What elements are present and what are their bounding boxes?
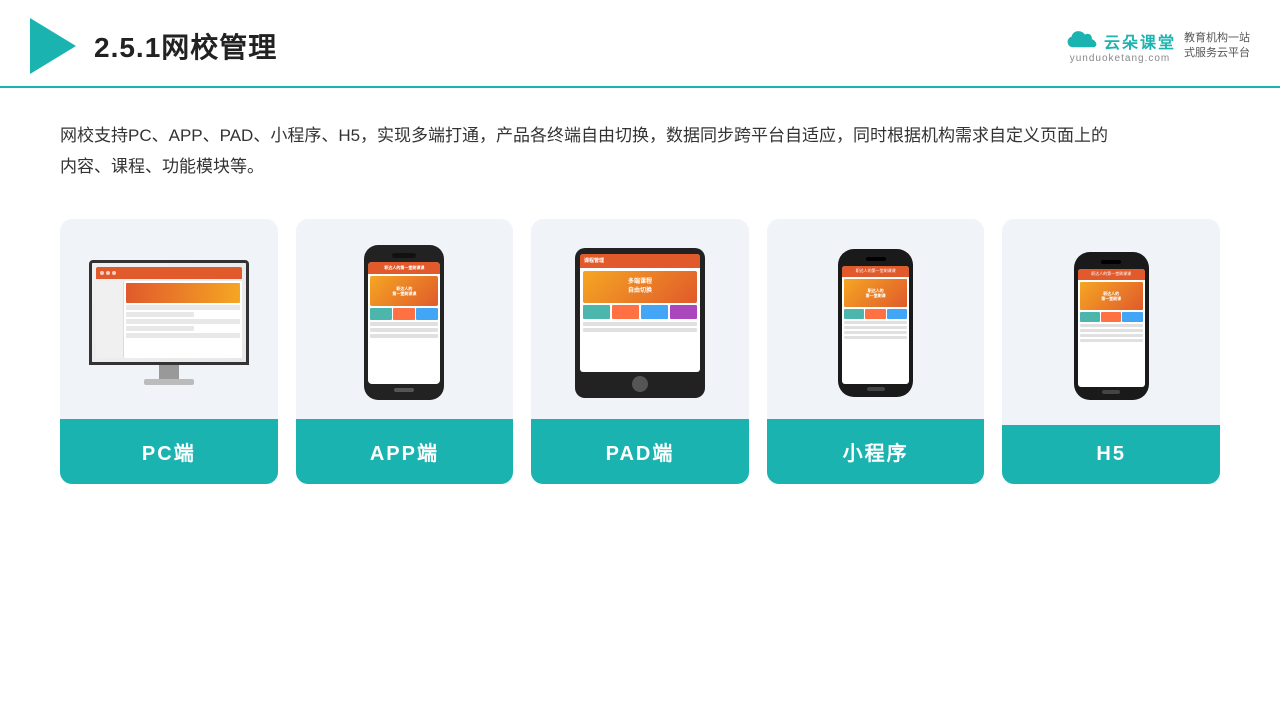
phone-device-miniapp: 职达人的第一堂刷课课 职达人的第一堂刷课 — [838, 249, 913, 397]
monitor-stand — [159, 365, 179, 379]
brand-cloud: 云朵课堂 — [1064, 29, 1176, 53]
monitor-base — [144, 379, 194, 385]
tablet-device: 课程管理 多端课程自由切换 — [575, 248, 705, 398]
cards-container: PC端 职达人的第一堂刷课课 职达人的第一堂刷课课 — [60, 219, 1220, 484]
card-app: 职达人的第一堂刷课课 职达人的第一堂刷课课 — [296, 219, 514, 484]
monitor-device — [84, 260, 254, 385]
card-pad-image: 课程管理 多端课程自由切换 — [531, 219, 749, 419]
card-h5-label: H5 — [1002, 425, 1220, 484]
brand-name: 云朵课堂 — [1104, 29, 1176, 53]
card-miniapp: 职达人的第一堂刷课课 职达人的第一堂刷课 — [767, 219, 985, 484]
phone-device-app: 职达人的第一堂刷课课 职达人的第一堂刷课课 — [364, 245, 444, 400]
phone-device-h5: 职达人的第一堂刷课课 职达人的第一堂刷课 — [1074, 252, 1149, 400]
card-pc: PC端 — [60, 219, 278, 484]
card-miniapp-label: 小程序 — [767, 419, 985, 484]
card-miniapp-image: 职达人的第一堂刷课课 职达人的第一堂刷课 — [767, 219, 985, 419]
card-h5-image: 职达人的第一堂刷课课 职达人的第一堂刷课 — [1002, 219, 1220, 425]
description-text: 网校支持PC、APP、PAD、小程序、H5，实现多端打通，产品各终端自由切换，数… — [60, 120, 1120, 183]
brand-url: yunduoketang.com — [1070, 53, 1171, 64]
card-pc-image — [60, 219, 278, 419]
card-pad-label: PAD端 — [531, 419, 749, 484]
content: 网校支持PC、APP、PAD、小程序、H5，实现多端打通，产品各终端自由切换，数… — [0, 88, 1280, 504]
brand-logo: 云朵课堂 yunduoketang.com — [1064, 29, 1176, 64]
page-title: 2.5.1网校管理 — [94, 26, 277, 66]
logo-triangle-icon — [30, 18, 76, 74]
card-pad: 课程管理 多端课程自由切换 — [531, 219, 749, 484]
header-left: 2.5.1网校管理 — [30, 18, 277, 74]
header-right: 云朵课堂 yunduoketang.com 教育机构一站式服务云平台 — [1064, 29, 1250, 64]
card-app-label: APP端 — [296, 419, 514, 484]
card-h5: 职达人的第一堂刷课课 职达人的第一堂刷课 — [1002, 219, 1220, 484]
card-pc-label: PC端 — [60, 419, 278, 484]
brand-tagline: 教育机构一站式服务云平台 — [1184, 31, 1250, 62]
card-app-image: 职达人的第一堂刷课课 职达人的第一堂刷课课 — [296, 219, 514, 419]
monitor-screen — [89, 260, 249, 365]
cloud-icon — [1064, 29, 1100, 53]
header: 2.5.1网校管理 云朵课堂 yunduoketang.com 教育机构一站式服… — [0, 0, 1280, 88]
